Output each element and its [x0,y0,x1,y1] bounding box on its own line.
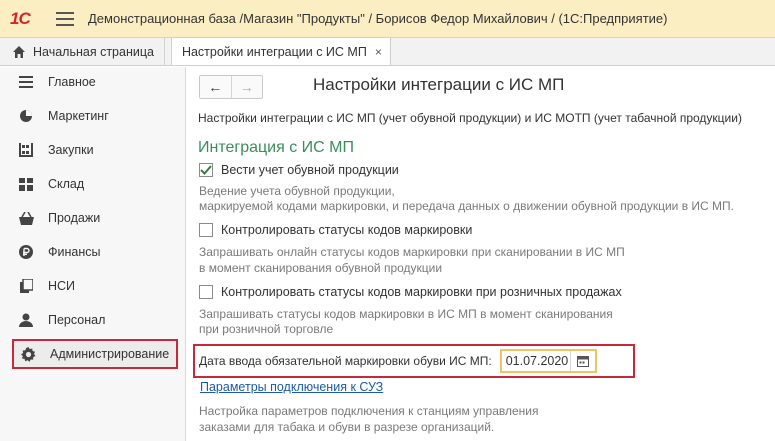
ruble-coin-icon [18,244,34,260]
mandatory-marking-date-row: Дата ввода обязательной маркировки обуви… [193,344,635,378]
date-input[interactable] [501,351,570,371]
warehouse-shelves-icon [18,142,34,158]
tab-home-label: Начальная страница [33,44,154,59]
calendar-icon [576,356,589,367]
sidebar-item-warehouse[interactable]: Склад [12,169,178,199]
sidebar-item-label: Финансы [48,245,101,259]
tab-bar: Начальная страница Настройки интеграции … [0,37,775,66]
grid-boxes-icon [18,176,34,192]
option-note: Запрашивать статусы кодов маркировки в И… [199,307,613,321]
control-statuses-retail-checkbox[interactable]: Контролировать статусы кодов маркировки … [199,285,622,299]
link-note: Настройка параметров подключения к станц… [199,404,539,418]
checkmark-icon [200,165,212,175]
option-note: маркируемой кодами маркировки, и передач… [199,199,734,213]
shoes-accounting-checkbox[interactable]: Вести учет обувной продукции [199,163,399,177]
checkbox-checked[interactable] [199,163,213,177]
section-title: Интеграция с ИС МП [198,139,354,156]
option-note: в момент сканирования обувной продукции [199,261,443,275]
calendar-button[interactable] [569,351,595,371]
sidebar-item-finance[interactable]: Финансы [12,237,178,267]
sidebar-item-label: Продажи [48,211,101,225]
basket-icon [18,210,34,226]
date-label: Дата ввода обязательной маркировки обуви… [199,354,492,368]
sidebar-item-purchases[interactable]: Закупки [12,135,178,165]
sidebar-item-label: Главное [48,75,96,89]
sidebar-item-label: Склад [48,177,85,191]
gear-icon [20,346,36,362]
option-note: Ведение учета обувной продукции, [199,184,395,198]
close-tab-icon[interactable]: × [375,45,382,59]
link-note: заказами для табака и обуви в разрезе ор… [199,420,495,434]
tab-home[interactable]: Начальная страница [0,38,165,65]
sidebar-item-label: НСИ [48,279,76,293]
checkbox-label: Контролировать статусы кодов маркировки … [221,285,622,299]
sidebar-item-nsi[interactable]: НСИ [12,271,178,301]
option-note: Запрашивать онлайн статусы кодов маркиро… [199,245,625,259]
sidebar-item-personnel[interactable]: Персонал [12,305,178,335]
suz-connection-params-link[interactable]: Параметры подключения к СУЗ [200,380,383,394]
checkbox-unchecked[interactable] [199,285,213,299]
pie-chart-icon [18,108,34,124]
page-title: Настройки интеграции с ИС МП [313,75,565,94]
sidebar-item-label: Маркетинг [48,109,109,123]
tab-integration-settings[interactable]: Настройки интеграции с ИС МП × [170,37,391,65]
back-button[interactable]: ← [200,76,232,98]
page-description: Настройки интеграции с ИС МП (учет обувн… [198,111,742,125]
nav-buttons: ← → [199,75,263,99]
sidebar-item-label: Администрирование [50,347,170,361]
checkbox-label: Вести учет обувной продукции [221,163,399,177]
checkbox-unchecked[interactable] [199,223,213,237]
sidebar-item-marketing[interactable]: Маркетинг [12,101,178,131]
control-statuses-checkbox[interactable]: Контролировать статусы кодов маркировки [199,223,472,237]
main-menu-icon[interactable] [56,11,74,26]
sidebar-item-main[interactable]: Главное [12,67,178,97]
app-logo[interactable]: 1С [10,9,40,29]
checkbox-label: Контролировать статусы кодов маркировки [221,223,473,237]
tab-integration-settings-label: Настройки интеграции с ИС МП [181,44,367,59]
sidebar-item-sales[interactable]: Продажи [12,203,178,233]
sidebar-item-administration[interactable]: Администрирование [12,339,178,369]
menu-lines-icon [18,74,34,90]
title-bar: 1С Демонстрационная база /Магазин "Проду… [0,0,775,38]
main-content: ← → Настройки интеграции с ИС МП Настрой… [187,67,775,441]
date-field[interactable] [499,349,597,373]
forward-button[interactable]: → [232,76,263,98]
sidebar: Главное Маркетинг Закупки Склад Продажи … [0,67,186,441]
sidebar-item-label: Персонал [48,313,106,327]
person-icon [18,312,34,328]
option-note: при розничной торговле [199,322,334,336]
window-title: Демонстрационная база /Магазин "Продукты… [88,11,668,26]
home-icon [13,45,25,58]
sidebar-item-label: Закупки [48,143,94,157]
documents-icon [18,278,34,294]
